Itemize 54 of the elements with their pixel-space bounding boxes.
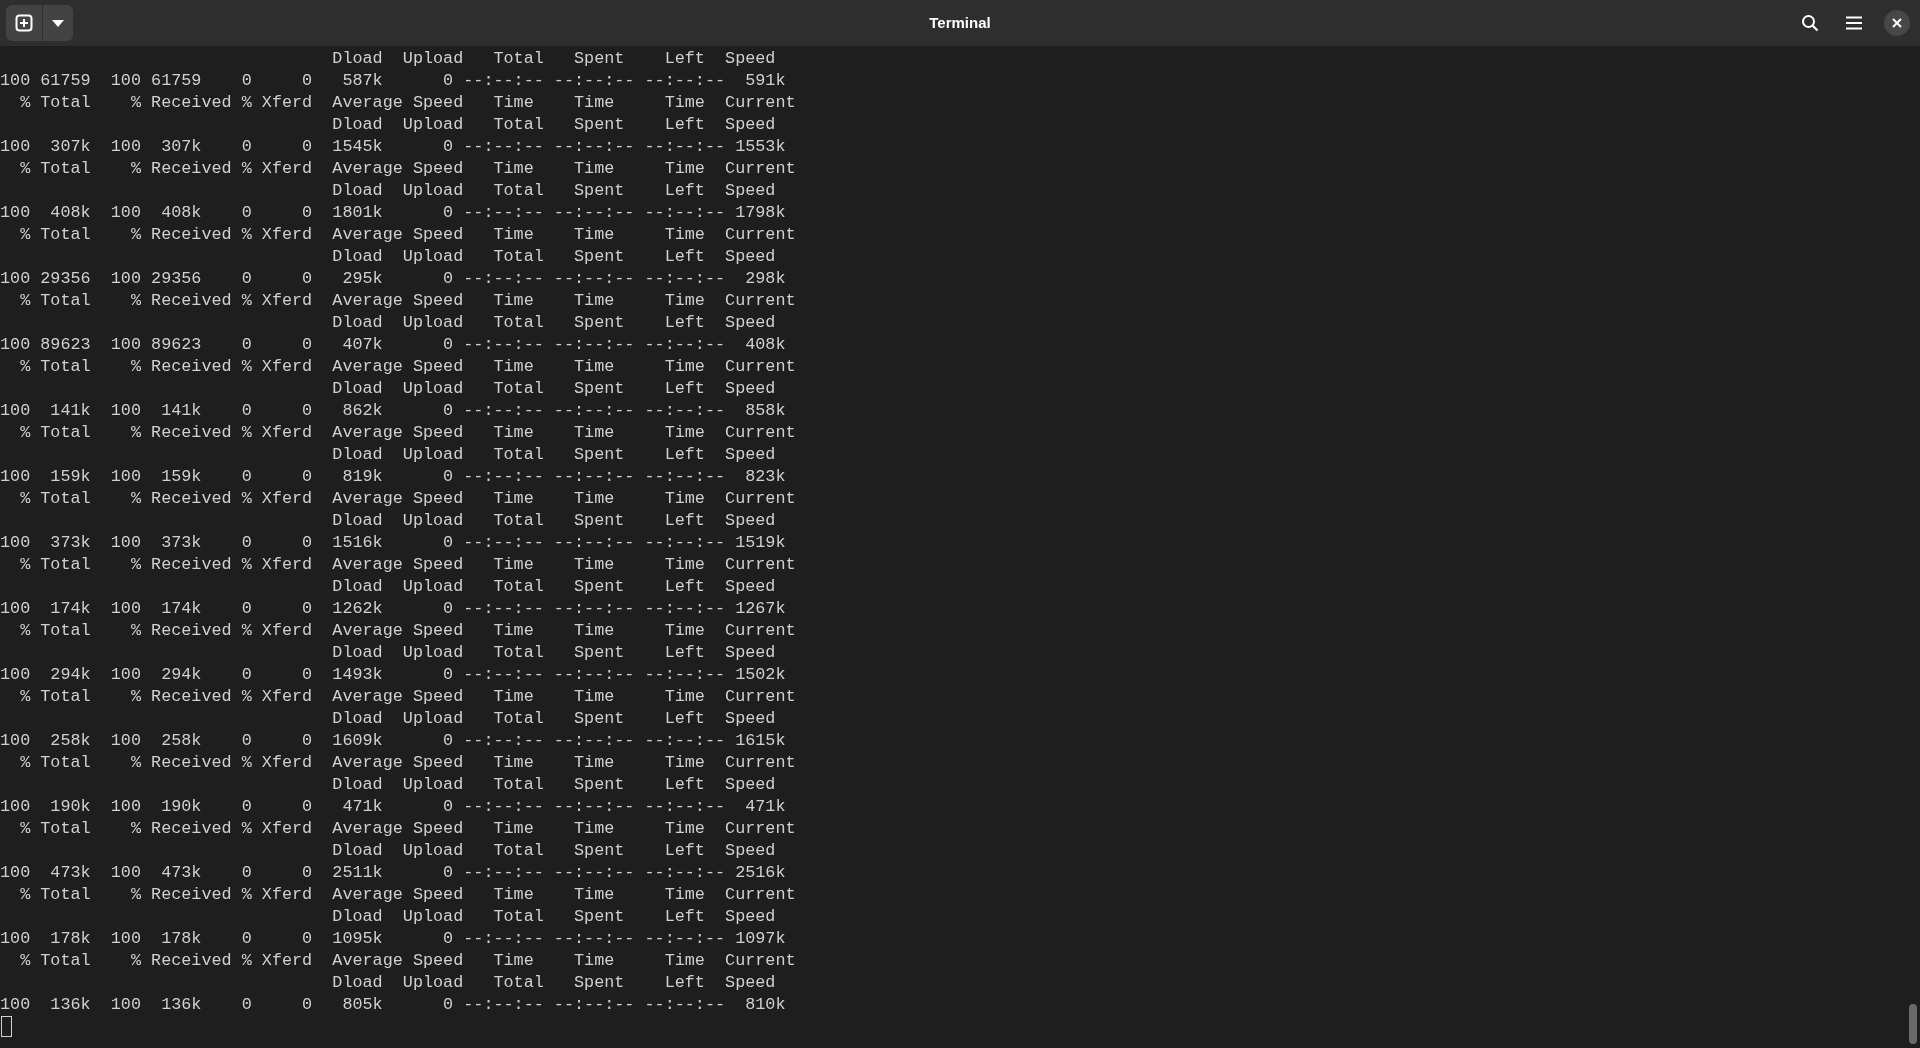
- scrollbar-thumb[interactable]: [1909, 1004, 1917, 1044]
- terminal-line: % Total % Received % Xferd Average Speed Time Time Time Current: [19, 620, 796, 642]
- terminal-line: % Total % Received % Xferd Average Speed Time Time Time Current: [19, 224, 796, 246]
- terminal-line: % Total % Received % Xferd Average Speed Time Time Time Current: [19, 488, 796, 510]
- terminal-line: % Total % Received % Xferd Average Speed Time Time Time Current: [19, 158, 796, 180]
- terminal-line: 100 29356 100 29356 0 0 295k 0 --:--:-- --:--:-- --:--:-- 298k: [0, 268, 786, 290]
- terminal-line: 100 141k 100 141k 0 0 862k 0 --:--:-- --:--:-- --:--:-- 858k: [0, 400, 786, 422]
- terminal-line: Dload Upload Total Spent Left Speed: [331, 48, 776, 70]
- terminal-line: % Total % Received % Xferd Average Speed Time Time Time Current: [19, 884, 796, 906]
- plus-box-icon: [15, 14, 33, 32]
- terminal-line: % Total % Received % Xferd Average Speed Time Time Time Current: [19, 686, 796, 708]
- terminal-line: Dload Upload Total Spent Left Speed: [331, 576, 776, 598]
- terminal-line: Dload Upload Total Spent Left Speed: [331, 708, 776, 730]
- terminal-line: 100 174k 100 174k 0 0 1262k 0 --:--:-- --:--:-- --:--:-- 1267k: [0, 598, 786, 620]
- terminal-line: Dload Upload Total Spent Left Speed: [331, 642, 776, 664]
- terminal-line: 100 159k 100 159k 0 0 819k 0 --:--:-- --:--:-- --:--:-- 823k: [0, 466, 786, 488]
- terminal-line: % Total % Received % Xferd Average Speed Time Time Time Current: [19, 554, 796, 576]
- search-icon: [1801, 14, 1819, 32]
- terminal-line: Dload Upload Total Spent Left Speed: [331, 906, 776, 928]
- terminal-line: Dload Upload Total Spent Left Speed: [331, 972, 776, 994]
- terminal-line: Dload Upload Total Spent Left Speed: [331, 840, 776, 862]
- terminal-line: Dload Upload Total Spent Left Speed: [331, 378, 776, 400]
- terminal-line: % Total % Received % Xferd Average Speed Time Time Time Current: [19, 422, 796, 444]
- terminal-line: 100 89623 100 89623 0 0 407k 0 --:--:-- --:--:-- --:--:-- 408k: [0, 334, 786, 356]
- terminal-line: % Total % Received % Xferd Average Speed Time Time Time Current: [19, 752, 796, 774]
- new-tab-split-button[interactable]: [6, 5, 73, 41]
- terminal-line: 100 136k 100 136k 0 0 805k 0 --:--:-- --:--:-- --:--:-- 810k: [0, 994, 786, 1016]
- terminal-line: Dload Upload Total Spent Left Speed: [331, 114, 776, 136]
- terminal-line: Dload Upload Total Spent Left Speed: [331, 510, 776, 532]
- terminal-line: Dload Upload Total Spent Left Speed: [331, 180, 776, 202]
- window-title: Terminal: [929, 12, 991, 33]
- terminal-line: % Total % Received % Xferd Average Speed Time Time Time Current: [19, 818, 796, 840]
- close-button[interactable]: [1884, 10, 1910, 36]
- text-cursor: [1, 1016, 12, 1037]
- caret-icon: [52, 19, 64, 27]
- terminal-line: 100 178k 100 178k 0 0 1095k 0 --:--:-- --:--:-- --:--:-- 1097k: [0, 928, 786, 950]
- terminal-line: 100 473k 100 473k 0 0 2511k 0 --:--:-- --:--:-- --:--:-- 2516k: [0, 862, 786, 884]
- terminal-line: Dload Upload Total Spent Left Speed: [331, 774, 776, 796]
- menu-icon: [1846, 16, 1862, 30]
- terminal-line: 100 373k 100 373k 0 0 1516k 0 --:--:-- --:--:-- --:--:-- 1519k: [0, 532, 786, 554]
- terminal-line: % Total % Received % Xferd Average Speed Time Time Time Current: [19, 92, 796, 114]
- terminal-line: 100 294k 100 294k 0 0 1493k 0 --:--:-- --:--:-- --:--:-- 1502k: [0, 664, 786, 686]
- terminal-line: Dload Upload Total Spent Left Speed: [331, 312, 776, 334]
- close-icon: [1892, 18, 1902, 28]
- terminal-line: % Total % Received % Xferd Average Speed Time Time Time Current: [19, 356, 796, 378]
- terminal-line: 100 307k 100 307k 0 0 1545k 0 --:--:-- --:--:-- --:--:-- 1553k: [0, 136, 786, 158]
- terminal-line: 100 408k 100 408k 0 0 1801k 0 --:--:-- --:--:-- --:--:-- 1798k: [0, 202, 786, 224]
- terminal-line: % Total % Received % Xferd Average Speed Time Time Time Current: [19, 290, 796, 312]
- terminal-line: Dload Upload Total Spent Left Speed: [331, 246, 776, 268]
- terminal-line: 100 61759 100 61759 0 0 587k 0 --:--:-- --:--:-- --:--:-- 591k: [0, 70, 786, 92]
- terminal-line: 100 258k 100 258k 0 0 1609k 0 --:--:-- --:--:-- --:--:-- 1615k: [0, 730, 786, 752]
- terminal-line: Dload Upload Total Spent Left Speed: [331, 444, 776, 466]
- terminal-line: 100 190k 100 190k 0 0 471k 0 --:--:-- --:--:-- --:--:-- 471k: [0, 796, 786, 818]
- terminal-line: % Total % Received % Xferd Average Speed Time Time Time Current: [19, 950, 796, 972]
